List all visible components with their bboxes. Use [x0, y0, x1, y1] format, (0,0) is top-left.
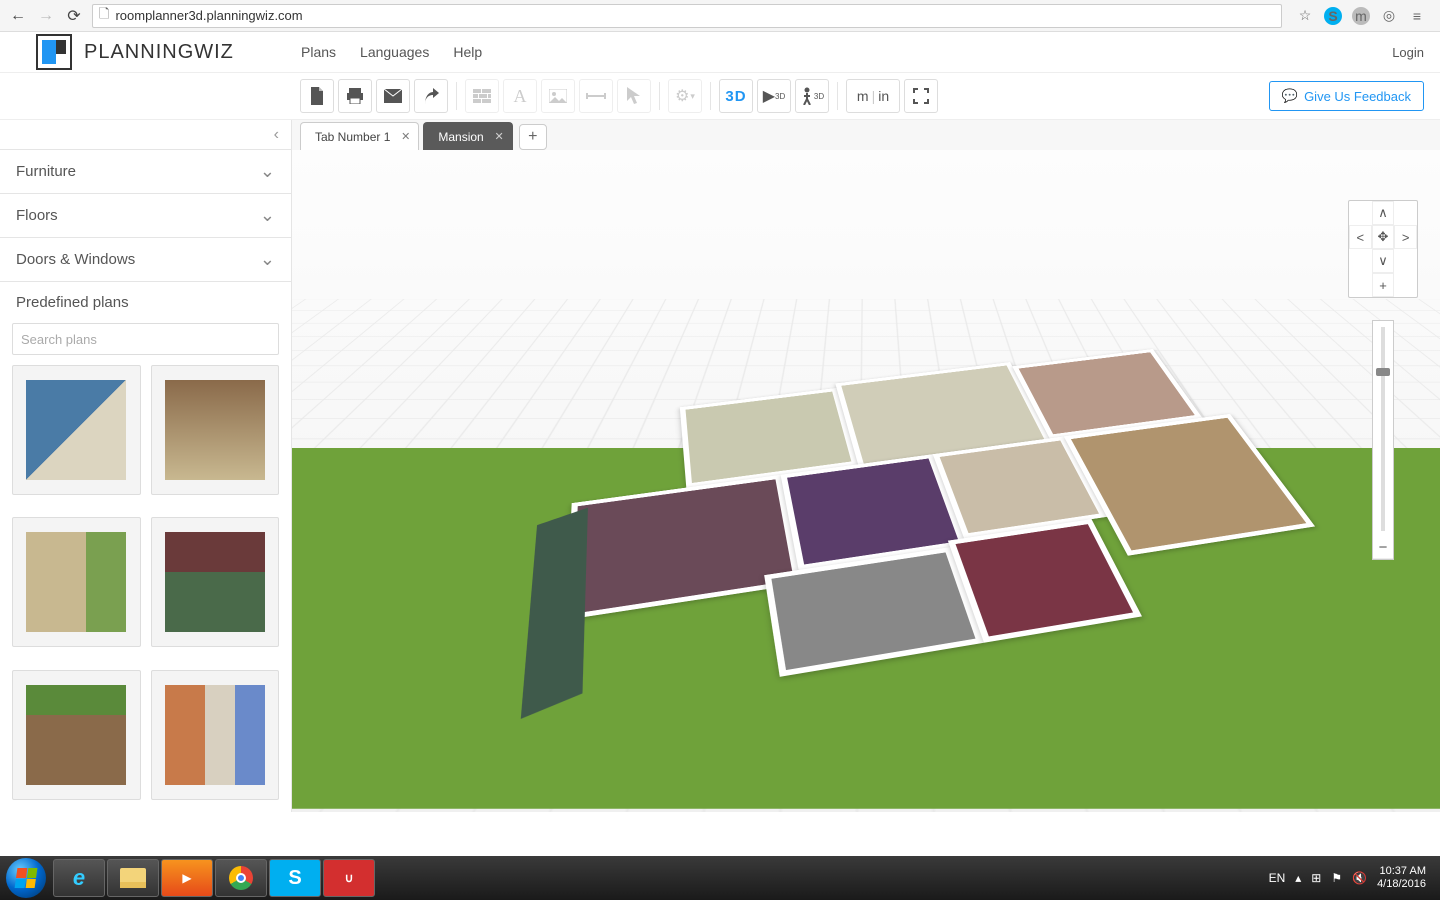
sidebar: ‹ Furniture⌄ Floors⌄ Doors & Windows⌄ Pr…	[0, 120, 292, 812]
plan-tabs: Tab Number 1✕ Mansion✕ +	[292, 120, 1440, 150]
text-tool-button[interactable]: A	[503, 79, 537, 113]
add-tab-button[interactable]: +	[519, 124, 547, 150]
chevron-down-icon: ⌄	[260, 161, 275, 182]
app-root: PLANNINGWIZ Plans Languages Help Login A…	[0, 32, 1440, 812]
plan-tab[interactable]: Mansion✕	[423, 122, 512, 150]
nav-left-button[interactable]: <	[1349, 225, 1372, 249]
wall-tool-button[interactable]	[465, 79, 499, 113]
browser-toolbar: ← → ⟳ 🗋 roomplanner3d.planningwiz.com ☆ …	[0, 0, 1440, 32]
new-file-button[interactable]	[300, 79, 334, 113]
browser-extension-row: ☆ S m ◎ ≡	[1290, 7, 1432, 25]
browser-url-input[interactable]: 🗋 roomplanner3d.planningwiz.com	[92, 4, 1282, 28]
print-button[interactable]	[338, 79, 372, 113]
sidebar-cat-furniture[interactable]: Furniture⌄	[0, 150, 291, 194]
sidebar-cat-floors[interactable]: Floors⌄	[0, 194, 291, 238]
browser-url-text: roomplanner3d.planningwiz.com	[115, 8, 302, 23]
search-plans-input[interactable]: Search plans	[12, 323, 279, 355]
close-icon[interactable]: ✕	[401, 130, 410, 143]
plan-thumbnail[interactable]	[12, 365, 141, 495]
zoom-handle[interactable]	[1376, 368, 1390, 376]
workspace: ‹ Furniture⌄ Floors⌄ Doors & Windows⌄ Pr…	[0, 120, 1440, 812]
top-menu: Plans Languages Help	[301, 44, 482, 60]
walkthrough-button[interactable]: 3D	[795, 79, 829, 113]
viewport-3d[interactable]: ∧ <✥> ∨ + −	[292, 150, 1440, 812]
plan-thumbnail[interactable]	[151, 365, 280, 495]
play-3d-button[interactable]: ▶3D	[757, 79, 791, 113]
tray-date: 4/18/2016	[1377, 878, 1426, 891]
zoom-slider[interactable]: −	[1372, 320, 1394, 560]
nav-center-button[interactable]: ✥	[1372, 225, 1395, 249]
tray-flag-icon[interactable]: ⚑	[1331, 871, 1342, 885]
nav-up-button[interactable]: ∧	[1372, 201, 1395, 225]
tray-language[interactable]: EN	[1269, 871, 1286, 885]
start-button[interactable]	[6, 858, 46, 898]
logo-mark-icon	[36, 34, 72, 70]
plan-thumbnail[interactable]	[12, 517, 141, 647]
globe-icon: 🗋	[99, 5, 109, 27]
plan-thumbnail[interactable]	[151, 670, 280, 800]
tray-time: 10:37 AM	[1377, 865, 1426, 878]
zoom-out-button[interactable]: −	[1373, 537, 1393, 559]
email-button[interactable]	[376, 79, 410, 113]
tray-action-center-icon[interactable]: ⊞	[1311, 871, 1321, 885]
sidebar-cat-doors-windows[interactable]: Doors & Windows⌄	[0, 238, 291, 282]
feedback-label: Give Us Feedback	[1304, 89, 1411, 104]
close-icon[interactable]: ✕	[495, 130, 504, 143]
predefined-plans-heading: Predefined plans	[0, 282, 291, 319]
units-toggle-button[interactable]: m|in	[846, 79, 900, 113]
taskbar-ie[interactable]: e	[53, 859, 105, 897]
plan-thumbnail[interactable]	[151, 517, 280, 647]
nav-down-button[interactable]: ∨	[1372, 249, 1395, 273]
taskbar-media[interactable]: ▶	[161, 859, 213, 897]
taskbar-app[interactable]: ∪	[323, 859, 375, 897]
image-tool-button[interactable]	[541, 79, 575, 113]
select-tool-button[interactable]	[617, 79, 651, 113]
zoom-track[interactable]	[1381, 327, 1385, 531]
browser-menu-icon[interactable]: ≡	[1408, 7, 1426, 25]
taskbar-explorer[interactable]	[107, 859, 159, 897]
taskbar-chrome[interactable]	[215, 859, 267, 897]
app-topbar: PLANNINGWIZ Plans Languages Help Login	[0, 32, 1440, 72]
canvas-area: Tab Number 1✕ Mansion✕ + ∧ <✥> ∨ +	[292, 120, 1440, 812]
settings-button[interactable]: ⚙▾	[668, 79, 702, 113]
comment-icon: 💬	[1282, 88, 1298, 104]
logo[interactable]: PLANNINGWIZ	[16, 34, 301, 70]
plan-thumbnail-grid	[0, 365, 291, 812]
windows-taskbar: e ▶ S ∪ EN ▴ ⊞ ⚑ 🔇 10:37 AM 4/18/2016	[0, 856, 1440, 900]
m-extension-icon[interactable]: m	[1352, 7, 1370, 25]
share-button[interactable]	[414, 79, 448, 113]
skype-extension-icon[interactable]: S	[1324, 7, 1342, 25]
dimension-tool-button[interactable]	[579, 79, 613, 113]
system-tray: EN ▴ ⊞ ⚑ 🔇 10:37 AM 4/18/2016	[1269, 865, 1434, 891]
view-3d-button[interactable]: 3D	[719, 79, 753, 113]
fullscreen-button[interactable]	[904, 79, 938, 113]
logo-text: PLANNINGWIZ	[84, 41, 234, 64]
menu-plans[interactable]: Plans	[301, 44, 336, 60]
tray-chevron-icon[interactable]: ▴	[1295, 871, 1301, 885]
chevron-down-icon: ⌄	[260, 249, 275, 270]
menu-help[interactable]: Help	[453, 44, 482, 60]
browser-back-button[interactable]: ←	[8, 6, 28, 26]
zoom-in-button[interactable]: +	[1372, 273, 1395, 297]
browser-reload-button[interactable]: ⟳	[64, 6, 84, 26]
sidebar-collapse-button[interactable]: ‹	[0, 120, 291, 150]
plan-tab[interactable]: Tab Number 1✕	[300, 122, 419, 150]
menu-languages[interactable]: Languages	[360, 44, 429, 60]
plan-thumbnail[interactable]	[12, 670, 141, 800]
feedback-button[interactable]: 💬 Give Us Feedback	[1269, 81, 1424, 111]
tray-volume-icon[interactable]: 🔇	[1352, 871, 1367, 885]
tray-clock[interactable]: 10:37 AM 4/18/2016	[1377, 865, 1426, 891]
login-link[interactable]: Login	[1392, 45, 1424, 60]
windows-logo-icon	[15, 868, 38, 888]
navigation-pad: ∧ <✥> ∨ +	[1348, 200, 1418, 298]
nav-right-button[interactable]: >	[1394, 225, 1417, 249]
taskbar-skype[interactable]: S	[269, 859, 321, 897]
bookmark-star-icon[interactable]: ☆	[1296, 7, 1314, 25]
chevron-down-icon: ⌄	[260, 205, 275, 226]
browser-forward-button[interactable]: →	[36, 6, 56, 26]
search-extension-icon[interactable]: ◎	[1380, 7, 1398, 25]
main-toolbar: A ⚙▾ 3D ▶3D 3D m|in 💬 Give Us Feedback	[0, 72, 1440, 120]
